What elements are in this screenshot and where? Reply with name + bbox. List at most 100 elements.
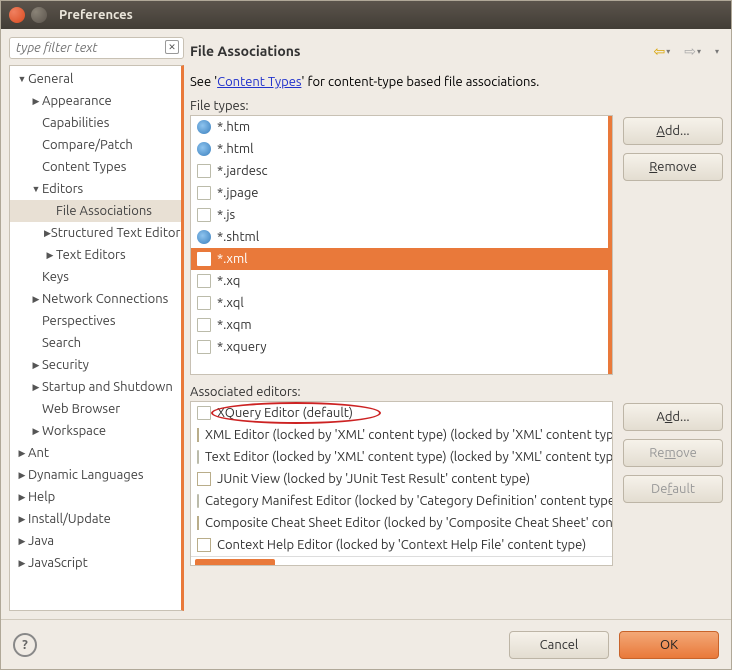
file-type-item[interactable]: *.xquery [191, 336, 608, 358]
file-type-item[interactable]: *.shtml [191, 226, 608, 248]
tree-item-label: JavaScript [28, 556, 88, 570]
tree-item[interactable]: ▶Structured Text Editors [10, 222, 181, 244]
editor-item[interactable]: XQuery Editor (default) [191, 402, 612, 424]
editor-item[interactable]: Text Editor (locked by 'XML' content typ… [191, 446, 612, 468]
tree-item[interactable]: ▶Text Editors [10, 244, 181, 266]
cancel-button[interactable]: Cancel [509, 631, 609, 659]
tree-item-label: Structured Text Editors [51, 226, 184, 240]
tree-item[interactable]: Web Browser [10, 398, 181, 420]
tree-item[interactable]: Keys [10, 266, 181, 288]
tree-item[interactable]: ▶Install/Update [10, 508, 181, 530]
file-type-item[interactable]: *.xql [191, 292, 608, 314]
tree-item-label: Search [42, 336, 81, 350]
file-types-add-button[interactable]: Add... [623, 117, 723, 145]
editor-item[interactable]: Context Help Editor (locked by 'Context … [191, 534, 612, 556]
tree-item[interactable]: Compare/Patch [10, 134, 181, 156]
tree-item[interactable]: ▶Appearance [10, 90, 181, 112]
tree-item[interactable]: ▼General [10, 68, 181, 90]
editor-item[interactable]: XML Editor (locked by 'XML' content type… [191, 424, 612, 446]
expand-icon[interactable]: ▶ [16, 514, 28, 525]
expand-icon[interactable]: ▶ [44, 228, 51, 239]
expand-icon[interactable]: ▶ [16, 558, 28, 569]
tree-item[interactable]: Content Types [10, 156, 181, 178]
tree-item[interactable]: ▶Network Connections [10, 288, 181, 310]
tree-item-label: File Associations [56, 204, 152, 218]
expand-icon[interactable]: ▶ [30, 360, 42, 371]
file-type-label: *.js [217, 208, 235, 222]
filter-input[interactable] [9, 37, 184, 59]
tree-item[interactable]: Perspectives [10, 310, 181, 332]
tree-item[interactable]: Capabilities [10, 112, 181, 134]
tree-item[interactable]: ▶JavaScript [10, 552, 181, 574]
editors-default-button[interactable]: Default [623, 475, 723, 503]
expand-icon[interactable]: ▶ [16, 448, 28, 459]
tree-item[interactable]: ▶Startup and Shutdown [10, 376, 181, 398]
editor-label: Category Manifest Editor (locked by 'Cat… [205, 494, 613, 508]
nav-forward-icon: ⇨ [684, 43, 696, 60]
editor-item[interactable]: Composite Cheat Sheet Editor (locked by … [191, 512, 612, 534]
help-button[interactable]: ? [13, 633, 37, 657]
associated-editors-list[interactable]: XQuery Editor (default)XML Editor (locke… [190, 401, 613, 566]
nav-back-icon[interactable]: ⇦ [653, 43, 665, 60]
file-type-label: *.html [217, 142, 254, 156]
editor-label: JUnit View (locked by 'JUnit Test Result… [217, 472, 530, 486]
collapse-icon[interactable]: ▼ [30, 184, 42, 194]
tree-item-label: Dynamic Languages [28, 468, 144, 482]
expand-icon[interactable]: ▶ [30, 96, 42, 107]
editor-item[interactable]: Category Manifest Editor (locked by 'Cat… [191, 490, 612, 512]
expand-icon[interactable]: ▶ [30, 426, 42, 437]
file-type-item[interactable]: *.jpage [191, 182, 608, 204]
file-type-label: *.jardesc [217, 164, 268, 178]
tree-item[interactable]: File Associations [10, 200, 181, 222]
expand-icon[interactable]: ▶ [16, 470, 28, 481]
tree-item-label: Network Connections [42, 292, 168, 306]
editor-item[interactable]: JUnit View (locked by 'JUnit Test Result… [191, 468, 612, 490]
expand-icon[interactable]: ▶ [16, 536, 28, 547]
tree-item[interactable]: ▼Editors [10, 178, 181, 200]
file-type-item[interactable]: *.xqm [191, 314, 608, 336]
collapse-icon[interactable]: ▼ [16, 74, 28, 84]
nav-back-menu-icon[interactable]: ▾ [666, 47, 670, 56]
tree-item[interactable]: ▶Workspace [10, 420, 181, 442]
tree-item-label: Help [28, 490, 55, 504]
file-type-item[interactable]: *.xml [191, 248, 608, 270]
preferences-tree[interactable]: ▼General▶AppearanceCapabilitiesCompare/P… [9, 65, 184, 611]
editors-remove-button[interactable]: Remove [623, 439, 723, 467]
tree-item-label: Keys [42, 270, 69, 284]
window-minimize-button[interactable] [31, 7, 47, 23]
nav-forward-menu-icon[interactable]: ▾ [697, 47, 701, 56]
window-title: Preferences [59, 8, 133, 22]
tree-item[interactable]: ▶Security [10, 354, 181, 376]
tree-item[interactable]: ▶Help [10, 486, 181, 508]
editors-add-button[interactable]: Add... [623, 403, 723, 431]
file-type-item[interactable]: *.js [191, 204, 608, 226]
tree-item[interactable]: Search [10, 332, 181, 354]
tree-item[interactable]: ▶Ant [10, 442, 181, 464]
window-close-button[interactable] [9, 7, 25, 23]
file-icon [197, 494, 199, 508]
expand-icon[interactable]: ▶ [16, 492, 28, 503]
file-icon [197, 164, 211, 178]
editor-label: Text Editor (locked by 'XML' content typ… [205, 450, 613, 464]
ok-button[interactable]: OK [619, 631, 719, 659]
file-type-item[interactable]: *.html [191, 138, 608, 160]
tree-item[interactable]: ▶Dynamic Languages [10, 464, 181, 486]
expand-icon[interactable]: ▶ [30, 294, 42, 305]
file-type-label: *.xml [217, 252, 248, 266]
file-type-label: *.xquery [217, 340, 267, 354]
file-types-list[interactable]: *.htm *.html *.jardesc *.jpage *.js *.shtml *.… [190, 115, 613, 375]
tree-item-label: Content Types [42, 160, 126, 174]
file-type-item[interactable]: *.htm [191, 116, 608, 138]
file-type-item[interactable]: *.xq [191, 270, 608, 292]
expand-icon[interactable]: ▶ [44, 250, 56, 261]
file-types-remove-button[interactable]: Remove [623, 153, 723, 181]
tree-item[interactable]: ▶Java [10, 530, 181, 552]
file-type-item[interactable]: *.jardesc [191, 160, 608, 182]
view-menu-icon[interactable]: ▾ [715, 47, 719, 56]
expand-icon[interactable]: ▶ [30, 382, 42, 393]
globe-icon [197, 230, 211, 244]
horizontal-scrollbar[interactable] [191, 556, 612, 566]
clear-filter-icon[interactable]: ✕ [165, 40, 179, 54]
content-types-link[interactable]: Content Types [217, 75, 301, 89]
tree-item-label: Editors [42, 182, 83, 196]
